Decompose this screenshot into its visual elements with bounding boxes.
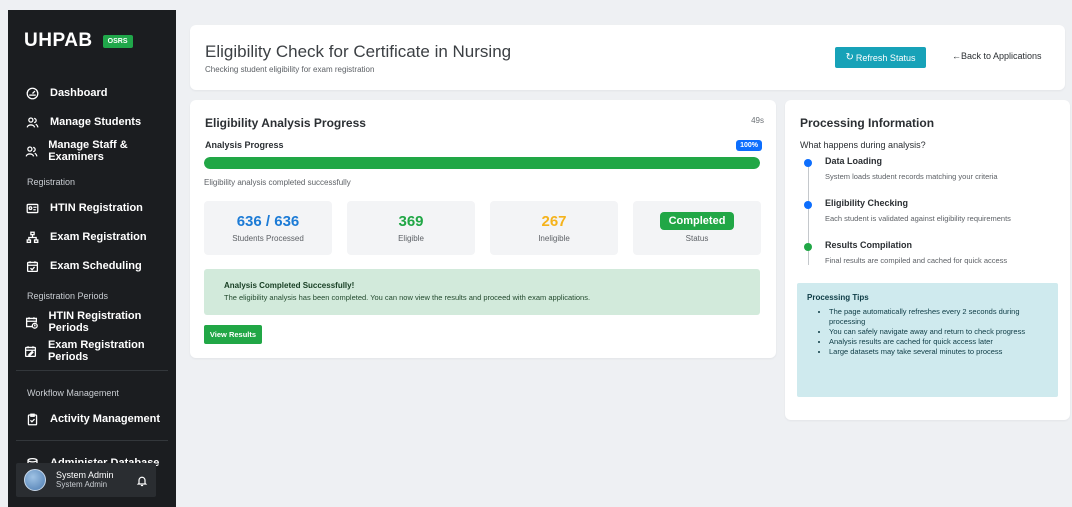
user-role: System Admin bbox=[56, 480, 108, 489]
user-profile[interactable]: System Admin System Admin bbox=[16, 463, 156, 497]
page-title: Eligibility Check for Certificate in Nur… bbox=[205, 42, 512, 61]
tip-item: Large datasets may take several minutes … bbox=[829, 347, 1051, 357]
progress-bar bbox=[204, 157, 760, 169]
sidebar-item-htin-registration[interactable]: HTIN Registration bbox=[8, 197, 176, 219]
step-desc: System loads student records matching yo… bbox=[825, 172, 998, 181]
sidebar: UHPAB OSRS Dashboard Manage Students Man… bbox=[8, 10, 176, 507]
clipboard-icon bbox=[20, 413, 44, 426]
alert-title: Analysis Completed Successfully! bbox=[224, 281, 355, 290]
stat-processed: 636 / 636 Students Processed bbox=[204, 201, 332, 255]
sidebar-item-exam-registration[interactable]: Exam Registration bbox=[8, 226, 176, 248]
progress-message: Eligibility analysis completed successfu… bbox=[204, 178, 351, 187]
analysis-title: Eligibility Analysis Progress bbox=[205, 116, 366, 130]
processing-question: What happens during analysis? bbox=[800, 140, 926, 150]
brand-name: UHPAB bbox=[24, 30, 93, 51]
back-label: Back to Applications bbox=[961, 51, 1042, 61]
view-results-button[interactable]: View Results bbox=[204, 325, 262, 344]
page-subtitle: Checking student eligibility for exam re… bbox=[205, 65, 375, 74]
dashboard-icon bbox=[20, 87, 44, 100]
timeline-dot bbox=[804, 159, 812, 167]
stat-status: Completed Status bbox=[633, 201, 761, 255]
sidebar-divider bbox=[16, 440, 168, 441]
back-to-applications-link[interactable]: ←Back to Applications bbox=[952, 51, 1042, 61]
step-desc: Each student is validated against eligib… bbox=[825, 214, 1011, 223]
calendar-edit-icon bbox=[20, 345, 42, 358]
tip-item: The page automatically refreshes every 2… bbox=[829, 307, 1051, 327]
success-alert: Analysis Completed Successfully! The eli… bbox=[204, 269, 760, 315]
calendar-check-icon bbox=[20, 260, 44, 273]
sidebar-item-manage-staff[interactable]: Manage Staff & Examiners bbox=[8, 139, 176, 163]
step-desc: Final results are compiled and cached fo… bbox=[825, 256, 1008, 265]
processing-tips-box: Processing Tips The page automatically r… bbox=[797, 283, 1058, 397]
stat-ineligible: 267 Ineligible bbox=[490, 201, 618, 255]
sidebar-item-label: Exam Registration bbox=[50, 231, 147, 243]
arrow-left-icon: ← bbox=[952, 51, 961, 61]
stat-eligible-value: 369 bbox=[398, 213, 424, 230]
status-badge: Completed bbox=[659, 212, 735, 230]
tips-list: The page automatically refreshes every 2… bbox=[829, 307, 1051, 357]
stat-ineligible-caption: Ineligible bbox=[538, 234, 570, 243]
sidebar-item-label: Activity Management bbox=[50, 413, 161, 425]
step-title: Results Compilation bbox=[825, 240, 913, 250]
refresh-status-label: Refresh Status bbox=[855, 52, 916, 63]
sidebar-item-label: Manage Staff & Examiners bbox=[48, 139, 128, 163]
progress-fill bbox=[204, 157, 760, 169]
users-icon bbox=[20, 145, 42, 158]
id-card-icon bbox=[20, 202, 44, 215]
elapsed-timer: 49s bbox=[751, 116, 764, 125]
timeline-dot bbox=[804, 243, 812, 251]
tip-item: Analysis results are cached for quick ac… bbox=[829, 337, 1051, 347]
user-name: System Admin bbox=[56, 470, 114, 480]
sidebar-item-exam-scheduling[interactable]: Exam Scheduling bbox=[8, 255, 176, 277]
sidebar-divider bbox=[16, 370, 168, 371]
stat-processed-caption: Students Processed bbox=[232, 234, 304, 243]
sidebar-item-label: HTIN Registration bbox=[50, 202, 143, 214]
sidebar-item-manage-students[interactable]: Manage Students bbox=[8, 111, 176, 133]
sidebar-item-label: HTIN Registration Periods bbox=[48, 310, 142, 334]
step-title: Data Loading bbox=[825, 156, 883, 166]
analysis-card: Eligibility Analysis Progress 49s Analys… bbox=[190, 100, 776, 358]
refresh-icon: ↻ bbox=[845, 52, 854, 63]
refresh-status-button[interactable]: ↻ Refresh Status bbox=[835, 47, 926, 68]
sitemap-icon bbox=[20, 231, 44, 244]
section-workflow: Workflow Management bbox=[27, 388, 119, 398]
sidebar-item-label: Exam Scheduling bbox=[50, 260, 142, 272]
stat-processed-value: 636 / 636 bbox=[236, 213, 300, 230]
sidebar-item-label: Exam Registration Periods bbox=[47, 339, 145, 363]
timeline-dot bbox=[804, 201, 812, 209]
sidebar-item-exam-periods[interactable]: Exam Registration Periods bbox=[8, 339, 176, 363]
stat-ineligible-value: 267 bbox=[541, 213, 567, 230]
stat-eligible-caption: Eligible bbox=[398, 234, 424, 243]
progress-label: Analysis Progress bbox=[205, 140, 284, 150]
avatar bbox=[24, 469, 46, 491]
sidebar-item-activity-management[interactable]: Activity Management bbox=[8, 408, 176, 430]
alert-text: The eligibility analysis has been comple… bbox=[224, 293, 591, 302]
bell-icon[interactable] bbox=[136, 474, 148, 492]
sidebar-item-label: Manage Students bbox=[50, 116, 142, 128]
brand-badge: OSRS bbox=[102, 34, 133, 48]
sidebar-item-dashboard[interactable]: Dashboard bbox=[8, 82, 176, 104]
tip-item: You can safely navigate away and return … bbox=[829, 327, 1051, 337]
step-title: Eligibility Checking bbox=[825, 198, 909, 208]
section-registration-periods: Registration Periods bbox=[27, 291, 109, 301]
sidebar-item-htin-periods[interactable]: HTIN Registration Periods bbox=[8, 310, 176, 334]
tips-title: Processing Tips bbox=[807, 293, 869, 302]
stat-eligible: 369 Eligible bbox=[347, 201, 475, 255]
processing-info-card: Processing Information What happens duri… bbox=[785, 100, 1070, 420]
section-registration: Registration bbox=[27, 177, 76, 187]
brand[interactable]: UHPAB OSRS bbox=[24, 30, 133, 52]
stat-status-caption: Status bbox=[685, 234, 709, 243]
header-card: Eligibility Check for Certificate in Nur… bbox=[190, 25, 1065, 90]
calendar-clock-icon bbox=[20, 316, 42, 329]
users-icon bbox=[20, 116, 44, 129]
percent-badge: 100% bbox=[736, 140, 762, 151]
sidebar-item-label: Dashboard bbox=[50, 87, 108, 99]
processing-info-title: Processing Information bbox=[800, 116, 935, 130]
